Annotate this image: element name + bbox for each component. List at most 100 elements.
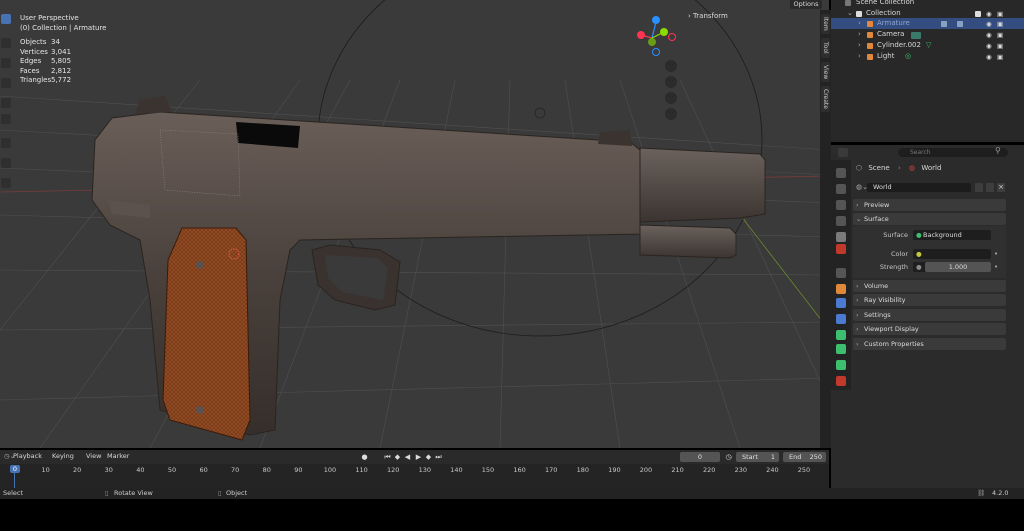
color-field[interactable]: ●: [913, 249, 991, 259]
outliner-item-camera[interactable]: › Camera ◉ ▣: [831, 29, 1024, 40]
tab-tool[interactable]: Tool: [821, 38, 830, 58]
constraints-tab-icon[interactable]: [836, 344, 846, 354]
grid-ortho-icon[interactable]: [665, 108, 677, 120]
texture-tab-icon[interactable]: [836, 376, 846, 386]
tab-create[interactable]: Create: [821, 86, 830, 112]
camera-view-icon[interactable]: [665, 92, 677, 104]
transform-panel-header[interactable]: › Transform: [688, 12, 728, 20]
panel-ray-visibility[interactable]: › Ray Visibility: [853, 294, 1006, 306]
scene-collection-row[interactable]: Scene Collection: [831, 0, 1024, 8]
start-frame-field[interactable]: Start 1: [736, 452, 779, 462]
end-frame-field[interactable]: End 250: [783, 452, 826, 462]
object-tab-icon[interactable]: [836, 284, 846, 294]
annotate-tool-icon[interactable]: [1, 138, 11, 148]
editor-type-icon[interactable]: [838, 148, 848, 157]
view-layer-tab-icon[interactable]: [836, 216, 846, 226]
record-icon[interactable]: ●: [360, 452, 369, 462]
prev-keyframe-icon[interactable]: ◆: [393, 452, 402, 462]
eye-icon[interactable]: ◉: [986, 20, 992, 27]
timeline-area[interactable]: 0 10 20 30 40 50 60 70 80 90 100 110 120 130 140 150 160…: [0, 464, 829, 488]
breadcrumb: ⬡ Scene › ◍ World: [856, 164, 941, 172]
keyframe-dot-icon[interactable]: •: [994, 250, 998, 258]
tab-item[interactable]: Item: [821, 14, 830, 34]
physics-tab-icon[interactable]: [836, 330, 846, 340]
eye-icon[interactable]: ◉: [986, 31, 992, 38]
render-tab-icon[interactable]: [836, 184, 846, 194]
jump-start-icon[interactable]: ⏮: [383, 452, 392, 462]
chevron-right-icon[interactable]: ›: [858, 29, 861, 40]
viewport-scene: [0, 0, 829, 448]
outliner-item-armature[interactable]: › Armature ◉ ▣: [831, 18, 1024, 29]
chevron-right-icon[interactable]: ›: [858, 18, 861, 29]
object-hint: Object: [226, 489, 248, 497]
surface-shader-field[interactable]: ● Background: [913, 230, 991, 240]
panel-settings[interactable]: › Settings: [853, 309, 1006, 321]
frame-tick-label: 60: [199, 466, 208, 474]
tool-tab-icon[interactable]: [836, 168, 846, 178]
camera-render-icon[interactable]: ▣: [997, 20, 1003, 27]
play-reverse-icon[interactable]: ◀: [403, 452, 412, 462]
world-tab-icon[interactable]: [836, 244, 846, 254]
play-icon[interactable]: ▶: [414, 452, 423, 462]
fake-user-icon[interactable]: [975, 183, 983, 192]
eye-icon[interactable]: ◉: [986, 42, 992, 49]
zoom-icon[interactable]: [665, 60, 677, 72]
breadcrumb-world: World: [921, 164, 942, 172]
stat-value: 5,805: [51, 57, 72, 66]
data-tab-icon[interactable]: [836, 360, 846, 370]
view-menu[interactable]: View: [86, 452, 101, 460]
select-box-tool-icon[interactable]: [1, 14, 11, 24]
rotate-tool-icon[interactable]: [1, 78, 11, 88]
stat-row: Objects 34: [20, 38, 71, 48]
tab-view[interactable]: View: [821, 62, 830, 82]
modifier-tab-icon[interactable]: [836, 298, 846, 308]
panel-volume[interactable]: › Volume: [853, 280, 1006, 292]
3d-viewport[interactable]: User Perspective (0) Collection | Armatu…: [0, 0, 829, 448]
hand-pan-icon[interactable]: [665, 76, 677, 88]
strength-field[interactable]: ● 1.000: [913, 262, 991, 272]
panel-surface[interactable]: ⌄ Surface: [853, 213, 1006, 225]
panel-custom-properties[interactable]: › Custom Properties: [853, 338, 1006, 350]
exclude-checkbox[interactable]: [975, 10, 981, 17]
outliner-item-light[interactable]: › Light ◎ ◉ ▣: [831, 51, 1024, 62]
keyframe-dot-icon[interactable]: •: [994, 263, 998, 271]
clock-icon[interactable]: ◷: [724, 452, 733, 462]
output-tab-icon[interactable]: [836, 200, 846, 210]
keying-menu[interactable]: Keying: [52, 452, 74, 460]
camera-render-icon[interactable]: ▣: [997, 31, 1003, 38]
bone-icon: [957, 20, 963, 27]
move-tool-icon[interactable]: [1, 58, 11, 68]
chevron-right-icon[interactable]: ›: [858, 51, 861, 62]
measure-tool-icon[interactable]: [1, 158, 11, 168]
camera-render-icon[interactable]: ▣: [997, 42, 1003, 49]
jump-end-icon[interactable]: ⏭: [434, 452, 443, 462]
cursor-tool-icon[interactable]: [1, 38, 11, 48]
transform-tool-icon[interactable]: [1, 114, 11, 124]
camera-render-icon[interactable]: ▣: [997, 10, 1003, 17]
marker-menu[interactable]: Marker: [107, 452, 129, 460]
particles-tab-icon[interactable]: [836, 314, 846, 324]
options-button[interactable]: Options: [790, 0, 822, 9]
chevron-right-icon[interactable]: ›: [858, 40, 861, 51]
collection-tab-icon[interactable]: [836, 268, 846, 278]
eye-icon[interactable]: ◉: [986, 53, 992, 60]
world-datablock-field[interactable]: World: [867, 183, 971, 192]
frame-tick-label: 250: [797, 466, 811, 474]
duplicate-icon[interactable]: [986, 183, 994, 192]
scale-tool-icon[interactable]: [1, 98, 11, 108]
playhead[interactable]: 0: [10, 465, 20, 473]
scene-tab-icon[interactable]: [836, 232, 846, 242]
camera-render-icon[interactable]: ▣: [997, 53, 1003, 60]
next-keyframe-icon[interactable]: ◆: [424, 452, 433, 462]
stat-value: 3,041: [51, 47, 72, 56]
current-frame-field[interactable]: 0: [680, 452, 720, 462]
unlink-icon[interactable]: ×: [997, 183, 1005, 192]
properties-search-input[interactable]: Search: [898, 148, 1008, 157]
pin-icon[interactable]: ⚲: [995, 146, 1001, 155]
panel-viewport-display[interactable]: › Viewport Display: [853, 323, 1006, 335]
panel-preview[interactable]: › Preview: [853, 199, 1006, 211]
outliner-item-cylinder[interactable]: › Cylinder.002 ▽ ◉ ▣: [831, 40, 1024, 51]
playback-menu[interactable]: Playback: [13, 452, 42, 460]
add-cube-tool-icon[interactable]: [1, 178, 11, 188]
eye-icon[interactable]: ◉: [986, 10, 992, 17]
